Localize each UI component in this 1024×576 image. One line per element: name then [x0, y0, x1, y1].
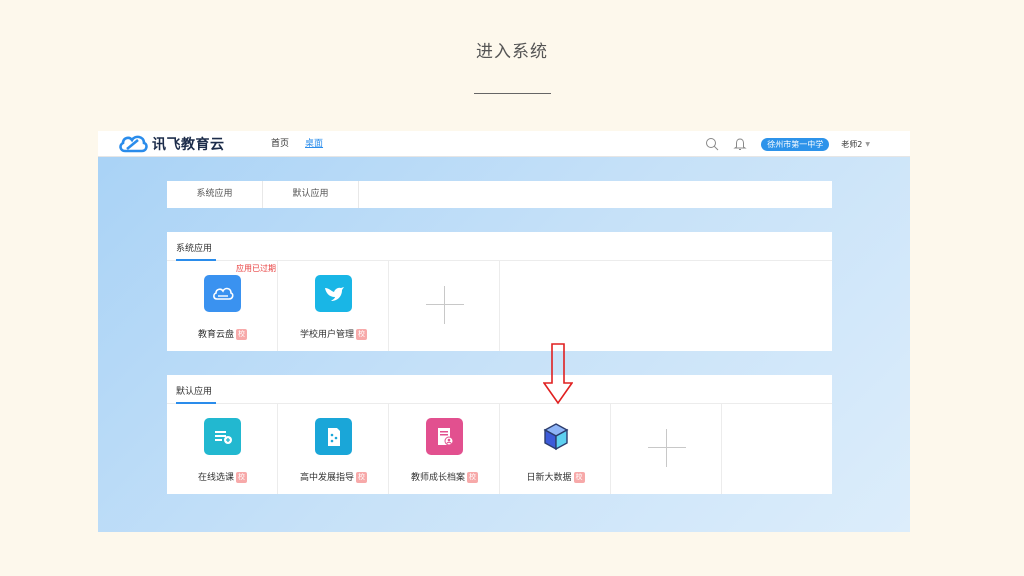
- app-name: 在线选课: [197, 473, 234, 483]
- nav-desktop[interactable]: 桌面: [305, 131, 323, 157]
- cloud-drive-icon[interactable]: [204, 275, 241, 312]
- app-tile-user-management[interactable]: 学校用户管理校: [278, 261, 389, 351]
- plus-icon[interactable]: [426, 286, 464, 324]
- list-plus-icon[interactable]: [204, 418, 241, 455]
- app-label: 教育云盘校: [167, 327, 278, 340]
- app-label: 高中发展指导校: [278, 470, 389, 483]
- logo[interactable]: 讯飞教育云: [118, 134, 225, 154]
- cloud-logo-icon: [119, 135, 148, 153]
- school-tag: 校: [356, 329, 367, 340]
- app-label: 日新大数据校: [500, 470, 611, 483]
- school-tag: 校: [236, 472, 247, 483]
- tab-default-apps[interactable]: 默认应用: [263, 181, 359, 208]
- title-divider: [474, 93, 551, 94]
- down-arrow-icon: [543, 343, 573, 405]
- chevron-down-icon[interactable]: ▼: [865, 141, 870, 148]
- expired-label: 应用已过期: [236, 264, 276, 273]
- app-name: 学校用户管理: [299, 330, 354, 340]
- app-tile-teacher-growth[interactable]: 教师成长档案校: [389, 404, 500, 494]
- section-header: 系统应用: [167, 232, 832, 261]
- app-name: 教师成长档案: [410, 473, 465, 483]
- header-actions: 徐州市第一中学 老师2 ▼: [705, 131, 870, 157]
- app-tile-big-data[interactable]: 日新大数据校: [500, 404, 611, 494]
- add-app-tile[interactable]: [611, 404, 722, 494]
- school-tag: 校: [356, 472, 367, 483]
- app-grid: 应用已过期 教育云盘校 学校用户管理校: [167, 261, 832, 351]
- category-tabs: 系统应用 默认应用: [167, 181, 832, 208]
- section-title: 默认应用: [176, 387, 213, 397]
- profile-doc-icon[interactable]: [426, 418, 463, 455]
- app-tile-cloud-drive[interactable]: 应用已过期 教育云盘校: [167, 261, 278, 351]
- default-apps-section: 默认应用 在线选课校 高中发展指导校 教师成长档案校 日新大数据 校: [167, 375, 832, 494]
- school-tag: 校: [573, 472, 585, 483]
- slide-title: 进入系统: [476, 42, 548, 62]
- system-apps-section: 系统应用 应用已过期 教育云盘校 学校用户管理校: [167, 232, 832, 351]
- user-menu[interactable]: 老师2: [841, 139, 862, 150]
- logo-text: 讯飞教育云: [152, 137, 225, 153]
- section-header: 默认应用: [167, 375, 832, 404]
- cube-icon[interactable]: [537, 418, 574, 455]
- compass-doc-icon[interactable]: [315, 418, 352, 455]
- app-name: 日新大数据: [526, 473, 572, 483]
- app-label: 教师成长档案校: [389, 470, 500, 483]
- school-tag: 校: [467, 472, 478, 483]
- app-screenshot: 讯飞教育云 首页 桌面 徐州市第一中学 老师2 ▼ 系统应用 默认应用 系统应用: [98, 131, 910, 532]
- app-label: 学校用户管理校: [278, 327, 389, 340]
- app-name: 教育云盘: [197, 330, 234, 340]
- tab-system-apps[interactable]: 系统应用: [167, 181, 263, 208]
- add-app-tile[interactable]: [389, 261, 500, 351]
- plus-icon[interactable]: [648, 429, 686, 467]
- search-icon[interactable]: [705, 137, 719, 151]
- app-name: 高中发展指导: [299, 473, 354, 483]
- app-tile-development-guidance[interactable]: 高中发展指导校: [278, 404, 389, 494]
- section-title: 系统应用: [176, 244, 213, 254]
- school-badge[interactable]: 徐州市第一中学: [761, 137, 830, 151]
- bird-icon[interactable]: [315, 275, 352, 312]
- app-grid: 在线选课校 高中发展指导校 教师成长档案校 日新大数据校: [167, 404, 832, 494]
- main-nav: 首页 桌面: [271, 131, 339, 157]
- bell-icon[interactable]: [733, 137, 747, 151]
- app-label: 在线选课校: [167, 470, 278, 483]
- top-navbar: 讯飞教育云 首页 桌面 徐州市第一中学 老师2 ▼: [98, 131, 910, 157]
- app-tile-course-selection[interactable]: 在线选课校: [167, 404, 278, 494]
- school-tag: 校: [236, 329, 247, 340]
- nav-home[interactable]: 首页: [271, 131, 289, 157]
